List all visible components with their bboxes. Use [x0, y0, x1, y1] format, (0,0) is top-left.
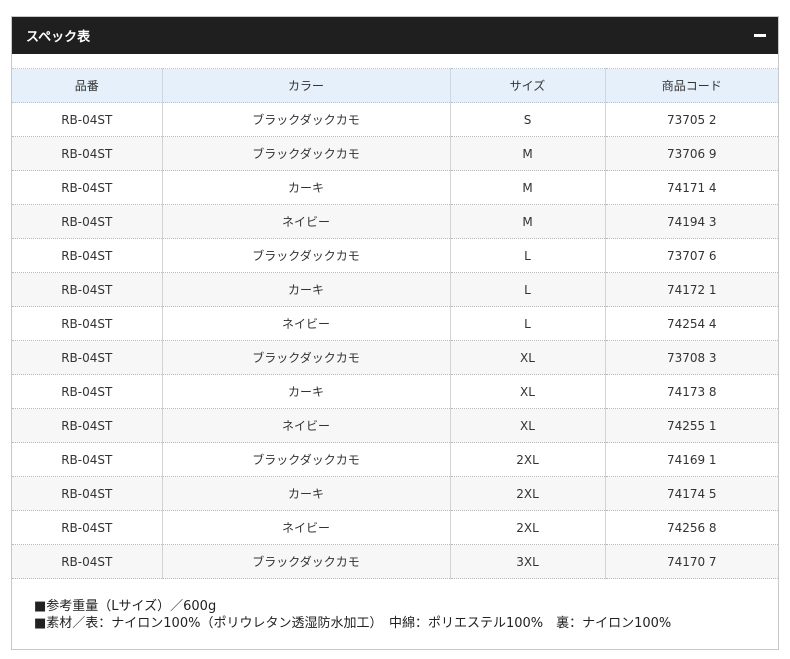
cell-product-code: 74169 1	[605, 442, 778, 477]
header-color: カラー	[162, 68, 451, 103]
cell-part-number: RB-04ST	[12, 408, 163, 443]
cell-part-number: RB-04ST	[12, 204, 163, 239]
cell-size: L	[450, 306, 606, 341]
cell-color: ブラックダックカモ	[162, 340, 451, 375]
cell-part-number: RB-04ST	[12, 102, 163, 137]
notes: ■参考重量（Lサイズ）／600g ■素材／表：ナイロン100%（ポリウレタン透湿…	[12, 579, 778, 632]
table-row: RB-04ST ネイビー 2XL 74256 8	[12, 510, 778, 545]
cell-product-code: 73707 6	[605, 238, 778, 273]
cell-color: ブラックダックカモ	[162, 238, 451, 273]
cell-product-code: 74256 8	[605, 510, 778, 545]
table-row: RB-04ST ブラックダックカモ 2XL 74169 1	[12, 442, 778, 477]
cell-product-code: 74194 3	[605, 204, 778, 239]
cell-color: カーキ	[162, 170, 451, 205]
cell-product-code: 74174 5	[605, 476, 778, 511]
table-row: RB-04ST カーキ XL 74173 8	[12, 374, 778, 409]
cell-product-code: 74254 4	[605, 306, 778, 341]
cell-color: ブラックダックカモ	[162, 136, 451, 171]
cell-size: L	[450, 238, 606, 273]
cell-product-code: 74170 7	[605, 544, 778, 579]
spec-table-wrap: 品番 カラー サイズ 商品コード RB-04ST ブラックダックカモ S 73705 …	[12, 54, 778, 579]
cell-product-code: 74171 4	[605, 170, 778, 205]
cell-part-number: RB-04ST	[12, 510, 163, 545]
table-row: RB-04ST カーキ M 74171 4	[12, 170, 778, 205]
cell-size: XL	[450, 408, 606, 443]
cell-color: ネイビー	[162, 408, 451, 443]
table-row: RB-04ST ブラックダックカモ M 73706 9	[12, 136, 778, 171]
cell-product-code: 73706 9	[605, 136, 778, 171]
cell-product-code: 74255 1	[605, 408, 778, 443]
cell-part-number: RB-04ST	[12, 340, 163, 375]
cell-product-code: 73705 2	[605, 102, 778, 137]
cell-part-number: RB-04ST	[12, 544, 163, 579]
table-row: RB-04ST ブラックダックカモ L 73707 6	[12, 238, 778, 273]
table-row: RB-04ST ネイビー XL 74255 1	[12, 408, 778, 443]
table-header-row: 品番 カラー サイズ 商品コード	[12, 68, 778, 103]
cell-color: カーキ	[162, 476, 451, 511]
cell-part-number: RB-04ST	[12, 374, 163, 409]
cell-part-number: RB-04ST	[12, 442, 163, 477]
cell-size: M	[450, 170, 606, 205]
cell-part-number: RB-04ST	[12, 238, 163, 273]
table-row: RB-04ST ブラックダックカモ S 73705 2	[12, 102, 778, 137]
cell-color: ブラックダックカモ	[162, 442, 451, 477]
table-row: RB-04ST カーキ L 74172 1	[12, 272, 778, 307]
note-weight: ■参考重量（Lサイズ）／600g	[34, 599, 217, 614]
collapse-icon[interactable]	[754, 34, 766, 37]
cell-part-number: RB-04ST	[12, 136, 163, 171]
cell-size: XL	[450, 374, 606, 409]
table-row: RB-04ST ブラックダックカモ 3XL 74170 7	[12, 544, 778, 579]
header-product-code: 商品コード	[605, 68, 778, 103]
note-material: ■素材／表：ナイロン100%（ポリウレタン透湿防水加工） 中綿：ポリエステル10…	[34, 616, 672, 631]
cell-part-number: RB-04ST	[12, 170, 163, 205]
table-row: RB-04ST カーキ 2XL 74174 5	[12, 476, 778, 511]
table-row: RB-04ST ネイビー L 74254 4	[12, 306, 778, 341]
cell-size: L	[450, 272, 606, 307]
cell-product-code: 74173 8	[605, 374, 778, 409]
cell-color: ネイビー	[162, 510, 451, 545]
cell-color: ブラックダックカモ	[162, 544, 451, 579]
header-size: サイズ	[450, 68, 606, 103]
table-body: RB-04ST ブラックダックカモ S 73705 2 RB-04ST ブラックダックカモ…	[12, 102, 778, 579]
cell-part-number: RB-04ST	[12, 306, 163, 341]
table-row: RB-04ST ネイビー M 74194 3	[12, 204, 778, 239]
cell-part-number: RB-04ST	[12, 476, 163, 511]
cell-size: 2XL	[450, 442, 606, 477]
table-row: RB-04ST ブラックダックカモ XL 73708 3	[12, 340, 778, 375]
cell-color: ブラックダックカモ	[162, 102, 451, 137]
cell-size: 2XL	[450, 510, 606, 545]
cell-product-code: 73708 3	[605, 340, 778, 375]
cell-color: ネイビー	[162, 306, 451, 341]
cell-size: M	[450, 136, 606, 171]
cell-size: 2XL	[450, 476, 606, 511]
cell-size: 3XL	[450, 544, 606, 579]
cell-product-code: 74172 1	[605, 272, 778, 307]
cell-part-number: RB-04ST	[12, 272, 163, 307]
panel-header: スペック表	[12, 17, 778, 54]
cell-size: XL	[450, 340, 606, 375]
header-part-number: 品番	[12, 68, 163, 103]
panel-title: スペック表	[26, 30, 91, 45]
cell-size: S	[450, 102, 606, 137]
spec-table: 品番 カラー サイズ 商品コード RB-04ST ブラックダックカモ S 73705 …	[12, 68, 778, 579]
cell-color: カーキ	[162, 272, 451, 307]
cell-color: ネイビー	[162, 204, 451, 239]
cell-color: カーキ	[162, 374, 451, 409]
spec-panel: スペック表 品番 カラー サイズ 商品コード RB-04ST ブラックダックカモ S…	[11, 16, 779, 650]
cell-size: M	[450, 204, 606, 239]
